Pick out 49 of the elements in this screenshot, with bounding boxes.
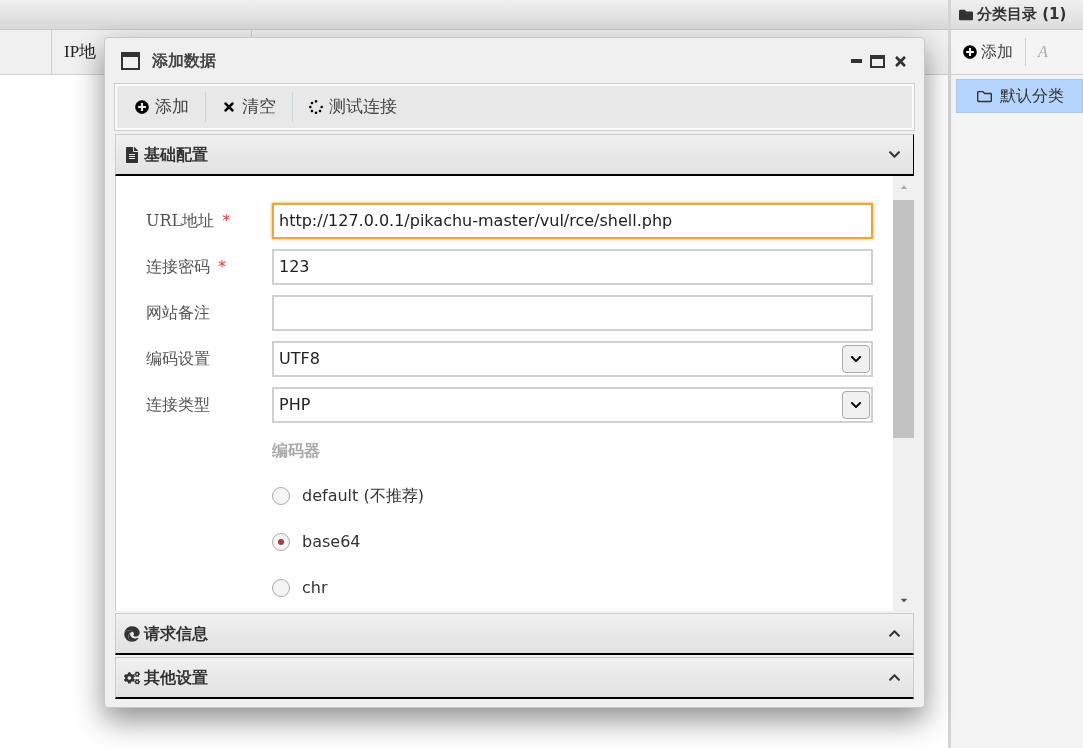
category-label: 默认分类	[1000, 85, 1064, 107]
toolbar-button[interactable]: 添加	[129, 94, 195, 120]
dialog-title: 添加数据	[152, 50, 216, 72]
close-icon[interactable]	[893, 53, 908, 69]
section-header[interactable]: 请求信息	[115, 613, 914, 655]
select-field[interactable]: PHP	[272, 387, 873, 423]
input-field[interactable]	[272, 295, 873, 331]
folder-icon	[959, 7, 973, 22]
section-title: 其他设置	[144, 666, 208, 689]
field-label: 连接密码	[146, 256, 210, 278]
field-label: 网站备注	[146, 302, 210, 324]
section-title: 请求信息	[144, 622, 208, 645]
radio-button[interactable]	[272, 487, 290, 505]
radio-button[interactable]	[272, 533, 290, 551]
dropdown-icon[interactable]	[842, 345, 870, 373]
radio-label: chr	[302, 577, 328, 599]
radio-button[interactable]	[272, 579, 290, 597]
toolbar-button[interactable]: 清空	[216, 94, 282, 120]
encoder-title: 编码器	[272, 440, 321, 462]
toolbar-button[interactable]: 测试连接	[303, 94, 403, 120]
dropdown-icon[interactable]	[842, 391, 870, 419]
window-icon	[121, 52, 140, 70]
field-label: 连接类型	[146, 394, 210, 416]
chevron-icon[interactable]	[888, 627, 901, 640]
field-label: URL地址	[146, 210, 215, 232]
maximize-icon[interactable]	[870, 54, 885, 68]
gears-icon	[124, 669, 140, 686]
input-field[interactable]: 123	[272, 249, 873, 285]
section-title: 基础配置	[144, 143, 208, 166]
radio-label: base64	[302, 531, 361, 553]
scrollbar[interactable]	[893, 176, 914, 611]
input-field[interactable]: http://127.0.0.1/pikachu-master/vul/rce/shell.php	[272, 203, 873, 239]
chevron-icon[interactable]	[888, 148, 901, 161]
x-icon	[222, 100, 236, 114]
column-header[interactable]: IP地	[64, 39, 97, 65]
radio-label: default (不推荐)	[302, 485, 424, 507]
field-label: 编码设置	[146, 348, 210, 370]
document-icon	[124, 146, 140, 163]
add-button[interactable]: 添加	[963, 40, 1013, 64]
folder-icon	[977, 88, 992, 104]
required-mark: *	[222, 210, 231, 232]
e-letter-icon	[124, 625, 140, 642]
section-header[interactable]: 基础配置	[115, 134, 914, 176]
panel-title: 分类目录 (1)	[977, 4, 1067, 26]
category-item[interactable]: 默认分类	[956, 79, 1083, 113]
section-header[interactable]: 其他设置	[115, 657, 914, 699]
select-field[interactable]: UTF8	[272, 341, 873, 377]
chevron-icon[interactable]	[888, 671, 901, 684]
required-mark: *	[218, 256, 226, 278]
